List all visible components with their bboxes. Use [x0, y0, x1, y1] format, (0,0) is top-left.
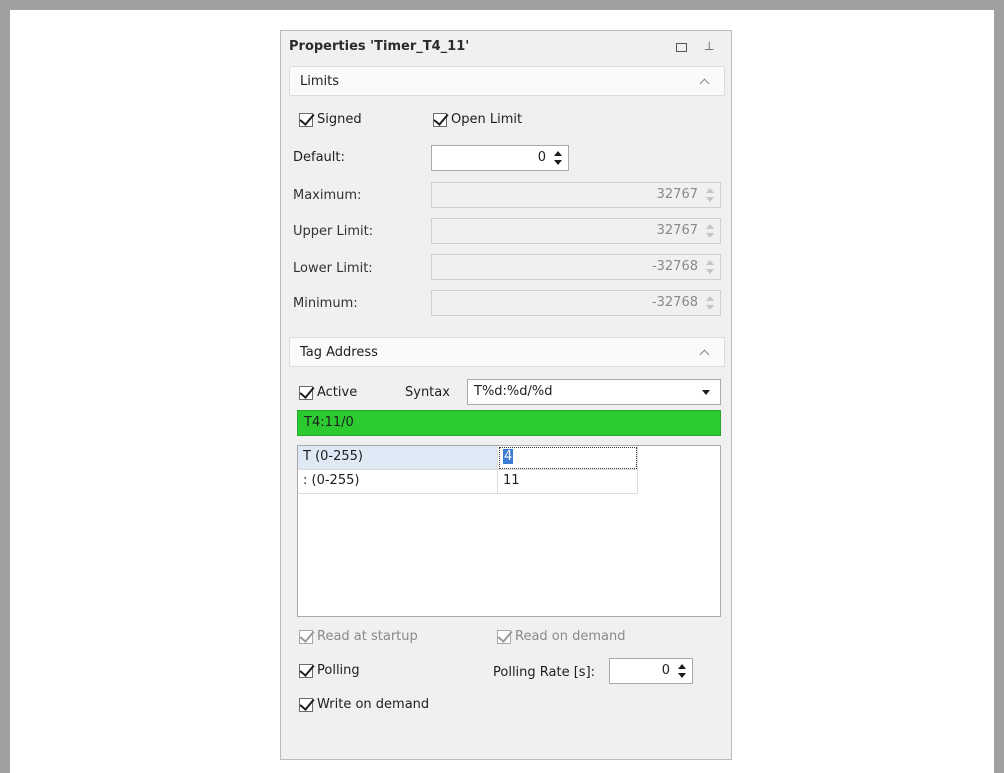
default-value: 0: [537, 150, 546, 165]
active-checkbox[interactable]: Active: [299, 382, 358, 400]
maximum-value: 32767: [656, 187, 698, 202]
spin-arrows-icon: [705, 258, 715, 276]
signed-label: Signed: [317, 112, 362, 127]
lower-limit-spinner: -32768: [431, 254, 721, 280]
chevron-up-icon[interactable]: [699, 349, 710, 360]
read-at-startup-checkbox-box: [299, 626, 315, 644]
chevron-up-icon[interactable]: [699, 78, 710, 89]
checkmark-icon: [497, 626, 513, 643]
checkmark-icon: [299, 109, 315, 126]
minimum-value: -32768: [651, 295, 698, 310]
read-on-demand-checkbox-box: [497, 626, 513, 644]
read-on-demand-label: Read on demand: [515, 629, 626, 644]
pin-icon[interactable]: ⊥: [704, 39, 714, 53]
checkmark-icon: [299, 382, 315, 399]
properties-panel: Properties 'Timer_T4_11' ⊥ Limits Signed…: [280, 30, 732, 760]
syntax-dropdown[interactable]: T%d:%d/%d: [467, 379, 721, 405]
upper-limit-value: 32767: [656, 223, 698, 238]
spin-arrows-icon: [705, 186, 715, 204]
polling-rate-spinner[interactable]: 0: [609, 658, 693, 684]
parameter-name: : (0-255): [298, 470, 498, 494]
write-on-demand-label: Write on demand: [317, 697, 430, 712]
active-label: Active: [317, 385, 358, 400]
signed-checkbox[interactable]: Signed: [299, 109, 362, 127]
open-limit-checkbox-box[interactable]: [433, 109, 449, 127]
minimum-spinner: -32768: [431, 290, 721, 316]
read-at-startup-label: Read at startup: [317, 629, 418, 644]
parameter-name: T (0-255): [298, 446, 498, 470]
limits-section-header[interactable]: Limits: [289, 66, 725, 96]
window-frame-right: [994, 0, 1004, 773]
spin-arrows-icon[interactable]: [553, 149, 563, 167]
polling-checkbox[interactable]: Polling: [299, 660, 360, 678]
checkmark-icon: [299, 660, 315, 677]
resolved-address-bar: T4:11/0: [297, 410, 721, 436]
lower-limit-label: Lower Limit:: [293, 261, 373, 276]
polling-rate-value: 0: [661, 663, 670, 678]
default-label: Default:: [293, 150, 345, 165]
maximum-spinner: 32767: [431, 182, 721, 208]
open-limit-label: Open Limit: [451, 112, 523, 127]
parameter-value-input[interactable]: 4: [498, 446, 638, 470]
active-checkbox-box[interactable]: [299, 382, 315, 400]
upper-limit-spinner: 32767: [431, 218, 721, 244]
checkmark-icon: [433, 109, 449, 126]
tag-address-section-header[interactable]: Tag Address: [289, 337, 725, 367]
chevron-down-icon[interactable]: [702, 390, 710, 395]
limits-header-label: Limits: [300, 74, 339, 89]
syntax-label: Syntax: [405, 385, 450, 400]
polling-rate-label: Polling Rate [s]:: [493, 665, 596, 680]
polling-label: Polling: [317, 663, 360, 678]
panel-title: Properties 'Timer_T4_11': [289, 39, 470, 54]
minimum-label: Minimum:: [293, 296, 358, 311]
read-on-demand-checkbox: Read on demand: [497, 626, 626, 644]
window-frame-top: [0, 0, 1004, 10]
maximum-label: Maximum:: [293, 188, 362, 203]
checkmark-icon: [299, 694, 315, 711]
table-row[interactable]: T (0-255) 4: [298, 446, 638, 470]
resolved-address: T4:11/0: [304, 415, 354, 430]
syntax-value: T%d:%d/%d: [474, 384, 553, 399]
tag-address-header-label: Tag Address: [300, 345, 378, 360]
parameter-value[interactable]: 11: [498, 470, 638, 494]
table-row[interactable]: : (0-255) 11: [298, 470, 638, 494]
read-at-startup-checkbox: Read at startup: [299, 626, 418, 644]
checkmark-icon: [299, 626, 315, 643]
upper-limit-label: Upper Limit:: [293, 224, 374, 239]
lower-limit-value: -32768: [651, 259, 698, 274]
restore-icon[interactable]: [676, 43, 687, 52]
polling-checkbox-box[interactable]: [299, 660, 315, 678]
spin-arrows-icon: [705, 294, 715, 312]
open-limit-checkbox[interactable]: Open Limit: [433, 109, 523, 127]
write-on-demand-checkbox[interactable]: Write on demand: [299, 694, 430, 712]
address-parameters-grid: T (0-255) 4 : (0-255) 11: [297, 445, 721, 617]
window-frame-left: [0, 0, 10, 773]
spin-arrows-icon[interactable]: [677, 662, 687, 680]
spin-arrows-icon: [705, 222, 715, 240]
default-spinner[interactable]: 0: [431, 145, 569, 171]
signed-checkbox-box[interactable]: [299, 109, 315, 127]
write-on-demand-checkbox-box[interactable]: [299, 694, 315, 712]
parameter-value: 4: [503, 449, 514, 464]
